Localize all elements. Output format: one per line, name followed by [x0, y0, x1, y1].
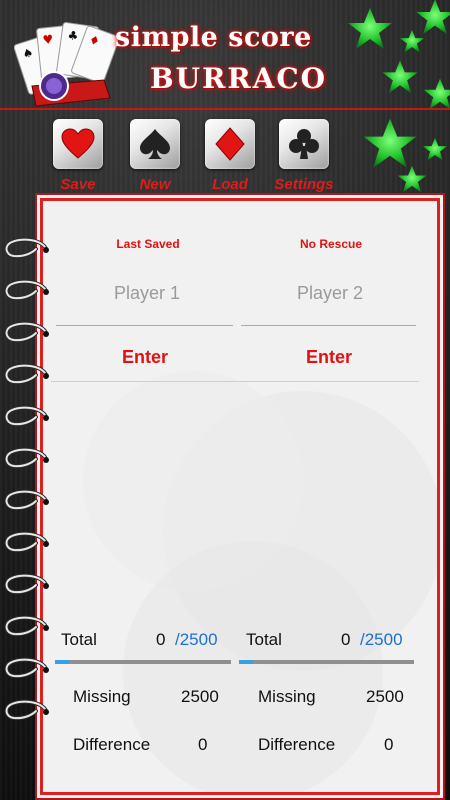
total-value-player2: 0	[341, 630, 351, 649]
spiral-ring	[4, 447, 49, 469]
missing-label-player1: Missing	[73, 687, 131, 706]
player2-name-input[interactable]: Player 2	[241, 283, 419, 304]
load-button[interactable]	[205, 119, 255, 169]
new-label[interactable]: New	[125, 176, 185, 193]
spiral-ring	[4, 363, 49, 385]
spiral-ring	[4, 573, 49, 595]
spiral-ring	[4, 657, 49, 679]
progress-track-player2	[239, 660, 414, 664]
spiral-ring	[4, 279, 49, 301]
no-rescue-label: No Rescue	[299, 237, 363, 251]
missing-value-player2: 2500	[366, 687, 404, 706]
progress-fill-player2	[239, 660, 253, 664]
total-label-player2: Total	[246, 630, 282, 649]
stars-decoration	[348, 0, 450, 193]
entries-divider	[51, 381, 419, 382]
total-target-player1: /2500	[175, 630, 218, 649]
total-target-player2: /2500	[360, 630, 403, 649]
spiral-ring	[4, 531, 49, 553]
difference-value-player2: 0	[384, 735, 394, 754]
enter-button-player2[interactable]: Enter	[239, 347, 419, 368]
load-label[interactable]: Load	[200, 176, 260, 193]
svg-text:♣: ♣	[67, 28, 80, 43]
total-value-player1: 0	[156, 630, 166, 649]
player1-name-input[interactable]: Player 1	[58, 283, 236, 304]
settings-label[interactable]: Settings	[264, 176, 344, 193]
difference-label-player2: Difference	[258, 735, 336, 754]
progress-track-player1	[55, 660, 231, 664]
score-sheet: Last Saved Player 1 Enter No Rescue Play…	[40, 198, 440, 795]
new-button[interactable]	[130, 119, 180, 169]
app-title-line1: simple score	[115, 22, 312, 53]
spiral-ring	[4, 699, 49, 721]
heart-icon	[61, 128, 95, 159]
club-icon	[289, 129, 319, 159]
missing-label-player2: Missing	[258, 687, 316, 706]
spiral-ring	[4, 237, 49, 259]
difference-value-player1: 0	[198, 735, 208, 754]
progress-fill-player1	[55, 660, 70, 664]
svg-text:♥: ♥	[42, 32, 54, 47]
player2-underline	[241, 325, 416, 326]
spiral-ring	[4, 405, 49, 427]
app-logo: ♠ ♥ ♣ ♦	[14, 22, 118, 107]
spiral-ring	[4, 615, 49, 637]
difference-label-player1: Difference	[73, 735, 151, 754]
total-label-player1: Total	[61, 630, 97, 649]
spiral-ring	[4, 489, 49, 511]
last-saved-label: Last Saved	[116, 237, 180, 251]
enter-button-player1[interactable]: Enter	[55, 347, 235, 368]
save-button[interactable]	[53, 119, 103, 169]
diamond-icon	[215, 127, 245, 161]
spiral-ring	[4, 321, 49, 343]
player1-underline	[56, 325, 233, 326]
spade-icon	[140, 129, 170, 159]
save-label[interactable]: Save	[48, 176, 108, 193]
header-divider	[0, 108, 450, 110]
settings-button[interactable]	[279, 119, 329, 169]
missing-value-player1: 2500	[181, 687, 219, 706]
